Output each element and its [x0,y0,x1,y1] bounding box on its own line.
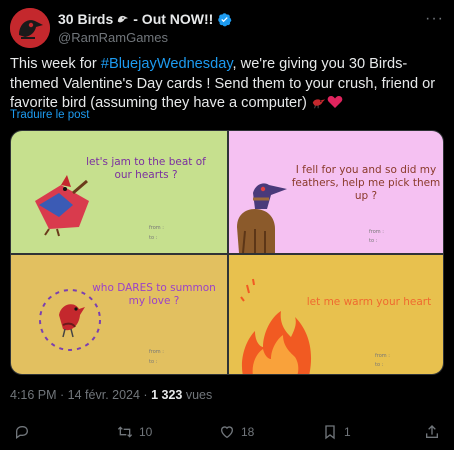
post-time[interactable]: 4:16 PM [10,388,57,402]
display-name-text[interactable]: 30 Birds [58,11,113,27]
bookmark-button[interactable]: 1 [322,424,351,440]
valentine-card-2[interactable]: I fell for you and so did my feathers, h… [229,131,443,253]
card-2-message: I fell for you and so did my feathers, h… [291,164,441,202]
card-3-message: who DARES to summon my love ? [92,282,216,307]
heart-emoji-icon [327,95,343,108]
bird-skull-emoji-icon [118,15,129,23]
bird-emoji-icon [312,99,326,109]
card-3-from: from : [149,349,164,355]
feathered-bird-illustration [237,183,287,253]
card-1-message: let's jam to the beat of our hearts ? [86,156,206,181]
translate-post-link[interactable]: Traduire le post [10,109,89,121]
avatar[interactable] [10,8,50,48]
fire-illustration [240,278,312,374]
display-name-suffix[interactable]: - Out NOW!! [133,11,213,27]
hashtag-link[interactable]: #BluejayWednesday [101,56,233,72]
bookmark-count: 1 [344,425,351,439]
repost-icon [117,426,133,438]
card-1-to: to : [149,235,158,241]
card-3-to: to : [149,359,158,365]
valentine-card-4[interactable]: let me warm your heart from : to : [229,255,443,374]
like-icon [220,426,234,439]
card-4-message: let me warm your heart [306,296,432,308]
valentine-card-3[interactable]: who DARES to summon my love ? from : to … [11,255,227,374]
share-icon [426,425,438,438]
post-text: This week for #BluejayWednesday, we're g… [10,55,446,114]
reply-icon [16,426,29,439]
more-icon[interactable]: ··· [425,10,444,28]
post-date[interactable]: 14 févr. 2024 [68,388,140,402]
display-name[interactable]: 30 Birds - Out NOW!! [58,11,232,27]
card-2-from: from : [369,229,384,235]
verified-badge-icon [218,12,232,26]
media-grid[interactable]: let's jam to the beat of our hearts ? fr… [10,130,444,375]
bird-skull-logo-icon [10,8,50,48]
card-1-from: from : [149,225,164,231]
user-handle[interactable]: @RamRamGames [58,30,168,45]
repost-button[interactable]: 10 [117,424,152,440]
like-count: 18 [241,425,255,439]
post-header: 30 Birds - Out NOW!! @RamRamGames ··· [10,8,444,48]
card-4-to: to : [375,362,384,368]
meta-separator-2: · [139,388,152,402]
post-actions: 10 18 1 [10,424,444,444]
like-button[interactable]: 18 [219,424,254,440]
post-text-part1: This week for [10,56,101,72]
share-button[interactable] [424,424,440,440]
views-label: vues [182,388,213,402]
valentine-card-1[interactable]: let's jam to the beat of our hearts ? fr… [11,131,227,253]
reply-button[interactable] [14,424,36,440]
repost-count: 10 [139,425,153,439]
meta-separator: · [56,388,68,402]
card-2-to: to : [369,238,378,244]
bookmark-icon [325,425,335,440]
views-count: 1 323 [151,388,183,402]
post-meta: 4:16 PM · 14 févr. 2024 · 1 323 vues [10,388,212,402]
card-4-from: from : [375,353,390,359]
